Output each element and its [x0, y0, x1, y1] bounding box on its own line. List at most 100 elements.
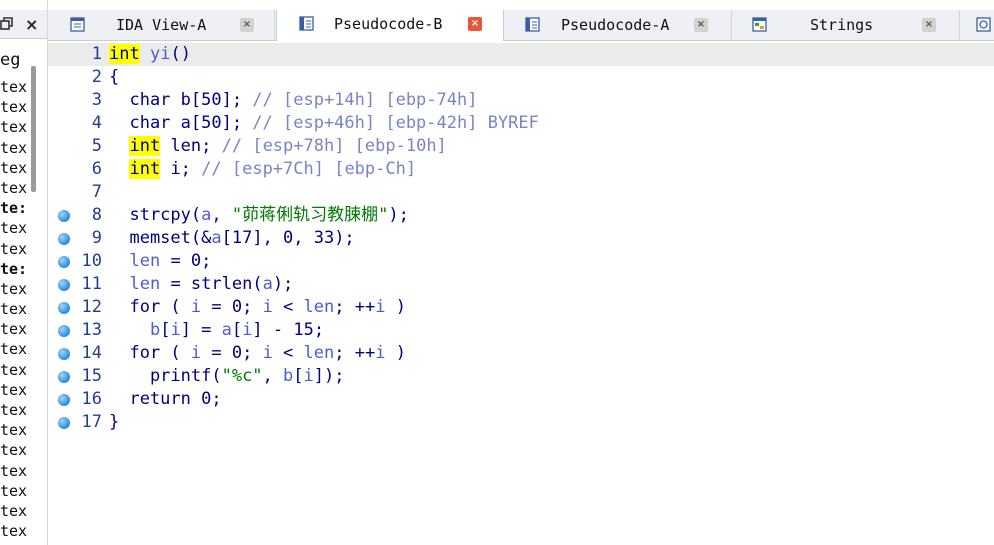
- close-tab-icon[interactable]: ×: [694, 18, 708, 32]
- code-line[interactable]: 16 return 0;: [48, 388, 994, 411]
- code-line[interactable]: 17}: [48, 411, 994, 434]
- variable-name[interactable]: len: [304, 343, 335, 363]
- left-pane-item[interactable]: tex: [0, 482, 30, 502]
- close-tab-icon[interactable]: ×: [468, 17, 482, 31]
- variable-name[interactable]: a: [211, 228, 221, 248]
- code-text: i;: [160, 159, 202, 179]
- code-line[interactable]: 13 b[i] = a[i] - 15;: [48, 319, 994, 342]
- variable-name[interactable]: b: [283, 366, 293, 386]
- left-pane-item[interactable]: tex: [0, 139, 30, 159]
- left-pane-item[interactable]: tex: [0, 98, 30, 118]
- code-content: len = 0;: [109, 250, 211, 273]
- left-pane-item[interactable]: tex: [0, 78, 30, 98]
- code-line[interactable]: 14 for ( i = 0; i < len; ++i ): [48, 342, 994, 365]
- code-line[interactable]: 11 len = strlen(a);: [48, 273, 994, 296]
- code-text: ; ++: [334, 343, 376, 363]
- code-line[interactable]: 6 int i; // [esp+7Ch] [ebp-Ch]: [48, 158, 994, 181]
- left-pane-item[interactable]: te:: [0, 260, 30, 280]
- variable-name[interactable]: i: [191, 297, 201, 317]
- breakpoint-dot-icon[interactable]: [58, 233, 70, 245]
- code-text: ] - 15;: [252, 320, 325, 340]
- left-pane-item[interactable]: tex: [0, 118, 30, 138]
- code-text: );: [272, 274, 294, 294]
- breakpoint-dot-icon[interactable]: [58, 279, 70, 291]
- left-pane-scrollbar[interactable]: [31, 66, 36, 192]
- left-pane-item[interactable]: tex: [0, 401, 30, 421]
- code-text: = 0;: [201, 297, 263, 317]
- breakpoint-dot-icon[interactable]: [58, 210, 70, 222]
- code-line[interactable]: 12 for ( i = 0; i < len; ++i ): [48, 296, 994, 319]
- code-text: ): [385, 297, 406, 317]
- left-pane-item[interactable]: te:: [0, 199, 30, 219]
- code-text: ; ++: [334, 297, 376, 317]
- code-line[interactable]: 3 char b[50]; // [esp+14h] [ebp-74h]: [48, 89, 994, 112]
- variable-name[interactable]: a: [222, 320, 232, 340]
- left-pane-item[interactable]: tex: [0, 320, 30, 340]
- left-pane-item[interactable]: tex: [0, 340, 30, 360]
- close-tab-icon[interactable]: ×: [922, 18, 936, 32]
- left-pane-item[interactable]: tex: [0, 421, 30, 441]
- left-pane-item[interactable]: tex: [0, 280, 30, 300]
- left-pane-item[interactable]: tex: [0, 381, 30, 401]
- variable-name[interactable]: len: [129, 251, 160, 271]
- left-pane-item[interactable]: tex: [0, 522, 30, 542]
- restore-window-icon[interactable]: [0, 17, 14, 31]
- tab-pseudocode-a[interactable]: Pseudocode-A ×: [505, 10, 732, 40]
- variable-name[interactable]: len: [129, 274, 160, 294]
- close-tab-icon[interactable]: ×: [240, 18, 254, 32]
- left-pane-item[interactable]: tex: [0, 441, 30, 461]
- variable-name[interactable]: b: [150, 320, 160, 340]
- breakpoint-dot-icon[interactable]: [58, 394, 70, 406]
- tab-partial[interactable]: [961, 10, 994, 40]
- tab-ida-view-a[interactable]: IDA View-A ×: [48, 10, 275, 40]
- variable-name[interactable]: i: [170, 320, 180, 340]
- code-line[interactable]: 10 len = 0;: [48, 250, 994, 273]
- code-line[interactable]: 4 char a[50]; // [esp+46h] [ebp-42h] BYR…: [48, 112, 994, 135]
- variable-name[interactable]: i: [263, 297, 273, 317]
- left-pane-item[interactable]: tex: [0, 159, 30, 179]
- close-pane-icon[interactable]: ×: [25, 15, 38, 34]
- code-text: ] =: [180, 320, 222, 340]
- variable-name[interactable]: i: [375, 343, 385, 363]
- code-line[interactable]: 2{: [48, 66, 994, 89]
- left-pane-item[interactable]: tex: [0, 502, 30, 522]
- variable-name[interactable]: i: [263, 343, 273, 363]
- left-pane-item[interactable]: tex: [0, 300, 30, 320]
- left-pane-item[interactable]: tex: [0, 179, 30, 199]
- left-pane-item[interactable]: tex: [0, 462, 30, 482]
- code-content: for ( i = 0; i < len; ++i ): [109, 342, 405, 365]
- left-pane-item[interactable]: tex: [0, 361, 30, 381]
- left-pane-item[interactable]: tex: [0, 240, 30, 260]
- breakpoint-dot-icon[interactable]: [58, 302, 70, 314]
- pseudocode-view[interactable]: 1 int yi() 2{3 char b[50]; // [esp+14h] [e…: [48, 41, 994, 545]
- code-content: for ( i = 0; i < len; ++i ): [109, 296, 406, 319]
- breakpoint-dot-icon[interactable]: [58, 325, 70, 337]
- code-line[interactable]: 1 int yi(): [48, 43, 994, 66]
- variable-name[interactable]: i: [304, 366, 314, 386]
- breakpoint-dot-icon[interactable]: [58, 417, 70, 429]
- code-line[interactable]: 5 int len; // [esp+78h] [ebp-10h]: [48, 135, 994, 158]
- variable-name[interactable]: len: [304, 297, 335, 317]
- left-pane-item[interactable]: tex: [0, 219, 30, 239]
- breakpoint-dot-icon[interactable]: [58, 256, 70, 268]
- variable-name[interactable]: i: [375, 297, 385, 317]
- code-line[interactable]: 9 memset(&a[17], 0, 33);: [48, 227, 994, 250]
- code-line[interactable]: 8 strcpy(a, "茆蒋俐轨习教脨棚");: [48, 204, 994, 227]
- variable-name[interactable]: yi: [150, 44, 170, 64]
- breakpoint-dot-icon[interactable]: [58, 348, 70, 360]
- breakpoint-dot-icon[interactable]: [58, 371, 70, 383]
- line-number: 12: [81, 297, 102, 317]
- type-keyword: int: [129, 136, 161, 156]
- tab-pseudocode-b[interactable]: Pseudocode-B ×: [276, 10, 504, 42]
- code-comment: // [esp+78h] [ebp-10h]: [221, 136, 447, 156]
- code-line[interactable]: 15 printf("%c", b[i]);: [48, 365, 994, 388]
- tab-strings[interactable]: Strings ×: [733, 10, 960, 40]
- variable-name[interactable]: a: [263, 274, 273, 294]
- variable-name[interactable]: i: [242, 320, 252, 340]
- variable-name[interactable]: i: [191, 343, 201, 363]
- code-line[interactable]: 7: [48, 181, 994, 204]
- variable-name[interactable]: a: [201, 205, 211, 225]
- code-content: char a[50]; // [esp+46h] [ebp-42h] BYREF: [109, 112, 538, 135]
